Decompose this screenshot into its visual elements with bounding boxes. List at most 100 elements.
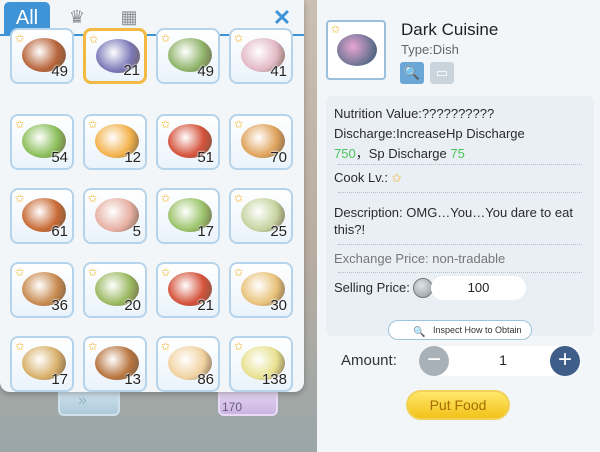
dark-cuisine-icon <box>337 34 377 66</box>
exchange-price: Exchange Price: non-tradable <box>334 251 506 266</box>
item-type: Type:Dish <box>401 42 459 57</box>
item-count: 12 <box>124 149 141 166</box>
item-detail-panel: ✩ Dark Cuisine Type:Dish 🔍 ▭ Nutrition V… <box>317 0 600 452</box>
share-icon[interactable]: ▭ <box>430 62 454 84</box>
star-icon: ✩ <box>89 34 99 46</box>
sp-label: ，Sp Discharge <box>355 146 447 161</box>
inspect-how-to-obtain-label: Inspect How to Obtain <box>433 325 522 335</box>
item-count: 17 <box>197 223 214 240</box>
inspect-how-to-obtain-button[interactable]: 🔍 Inspect How to Obtain <box>388 320 532 340</box>
inventory-grid: ✩ 49 ✩ 21 ✩ 49 ✩ 41 ✩ 54 ✩ 12 ✩ 51 ✩ 70 ✩ 61 ✩ 5 ✩ 17 ✩ 25 ✩ 36 ✩ 2… <box>0 28 304 392</box>
inventory-slot[interactable]: ✩ 86 <box>156 336 220 392</box>
background-arrow-icon: » <box>78 392 87 409</box>
item-info-box: Nutrition Value:?????????? Discharge:Inc… <box>326 96 594 336</box>
item-count: 17 <box>51 371 68 388</box>
star-icon: ✩ <box>15 341 25 353</box>
hp-value: 750 <box>334 146 356 161</box>
discharge-values: 750，Sp Discharge 75 <box>334 143 465 162</box>
star-icon: ✩ <box>161 267 171 279</box>
item-count: 54 <box>51 149 68 166</box>
inventory-slot[interactable]: ✩ 30 <box>229 262 293 318</box>
divider <box>338 192 582 193</box>
inventory-slot[interactable]: ✩ 49 <box>10 28 74 84</box>
star-icon: ✩ <box>161 119 171 131</box>
item-count: 13 <box>124 371 141 388</box>
item-count: 51 <box>197 149 214 166</box>
star-icon: ✩ <box>88 341 98 353</box>
item-count: 41 <box>270 63 287 80</box>
item-count: 49 <box>51 63 68 80</box>
inventory-slot[interactable]: ✩ 54 <box>10 114 74 170</box>
inventory-slot[interactable]: ✩ 5 <box>83 188 147 244</box>
inventory-slot[interactable]: ✩ 21 <box>83 28 147 84</box>
star-icon: ✩ <box>88 267 98 279</box>
magnifier-icon: 🔍 <box>413 327 426 338</box>
item-count: 49 <box>197 63 214 80</box>
item-count: 25 <box>270 223 287 240</box>
star-icon: ✩ <box>161 193 171 205</box>
inventory-slot[interactable]: ✩ 12 <box>83 114 147 170</box>
item-count: 21 <box>123 62 140 79</box>
star-icon: ✩ <box>331 24 341 36</box>
cook-level-label: Cook Lv.: <box>334 170 388 185</box>
item-count: 70 <box>270 149 287 166</box>
inventory-slot[interactable]: ✩ 36 <box>10 262 74 318</box>
inventory-slot[interactable]: ✩ 138 <box>229 336 293 392</box>
star-icon: ✩ <box>234 267 244 279</box>
star-icon: ✩ <box>234 119 244 131</box>
inventory-slot[interactable]: ✩ 51 <box>156 114 220 170</box>
star-icon: ✩ <box>15 119 25 131</box>
divider <box>338 272 582 273</box>
background-slot-count: 170 <box>222 400 243 414</box>
chef-hat-icon[interactable]: ♛ <box>66 6 88 28</box>
sp-value: 75 <box>450 146 465 161</box>
star-icon: ✩ <box>161 33 171 45</box>
inventory-slot[interactable]: ✩ 49 <box>156 28 220 84</box>
star-icon: ✩ <box>88 193 98 205</box>
selling-price-label: Selling Price: <box>334 280 410 295</box>
close-icon[interactable]: ✕ <box>271 7 293 29</box>
inventory-slot[interactable]: ✩ 61 <box>10 188 74 244</box>
item-icon: ✩ <box>326 20 386 80</box>
inventory-panel: All ♛ ▦ ✕ ✩ 49 ✩ 21 ✩ 49 ✩ 41 ✩ 54 ✩ 12 ✩ 51 ✩ 70 ✩ 61 ✩ 5 ✩… <box>0 0 304 392</box>
cook-level: Cook Lv.: ✩ <box>334 170 402 185</box>
amount-value[interactable]: 1 <box>493 352 513 368</box>
selling-price-value: 100 <box>431 276 526 300</box>
star-icon: ✩ <box>391 171 402 185</box>
plus-button[interactable]: + <box>550 346 580 376</box>
star-icon: ✩ <box>234 341 244 353</box>
star-icon: ✩ <box>15 267 25 279</box>
star-icon: ✩ <box>234 193 244 205</box>
description-text: Description: OMG…You…You dare to eat thi… <box>334 205 573 237</box>
divider <box>338 244 582 245</box>
inventory-slot[interactable]: ✩ 13 <box>83 336 147 392</box>
item-count: 36 <box>51 297 68 314</box>
item-count: 5 <box>132 223 141 240</box>
inventory-slot[interactable]: ✩ 41 <box>229 28 293 84</box>
item-name: Dark Cuisine <box>401 20 499 39</box>
item-count: 86 <box>197 371 214 388</box>
grid-icon[interactable]: ▦ <box>118 6 140 28</box>
star-icon: ✩ <box>15 193 25 205</box>
inventory-slot[interactable]: ✩ 17 <box>10 336 74 392</box>
star-icon: ✩ <box>15 33 25 45</box>
star-icon: ✩ <box>161 341 171 353</box>
item-count: 21 <box>197 297 214 314</box>
inventory-slot[interactable]: ✩ 70 <box>229 114 293 170</box>
amount-label: Amount: <box>341 352 397 369</box>
item-count: 20 <box>124 297 141 314</box>
inventory-slot[interactable]: ✩ 17 <box>156 188 220 244</box>
inventory-slot[interactable]: ✩ 21 <box>156 262 220 318</box>
item-count: 30 <box>270 297 287 314</box>
put-food-button[interactable]: Put Food <box>406 390 510 420</box>
discharge-prefix: Discharge:IncreaseHp Discharge <box>334 126 525 141</box>
inventory-slot[interactable]: ✩ 20 <box>83 262 147 318</box>
star-icon: ✩ <box>234 33 244 45</box>
item-count: 138 <box>261 371 287 388</box>
minus-button[interactable]: − <box>419 346 449 376</box>
divider <box>338 164 582 165</box>
inspect-icon[interactable]: 🔍 <box>400 62 424 84</box>
inventory-slot[interactable]: ✩ 25 <box>229 188 293 244</box>
item-count: 61 <box>51 223 68 240</box>
nutrition-text: Nutrition Value:?????????? <box>334 106 495 121</box>
